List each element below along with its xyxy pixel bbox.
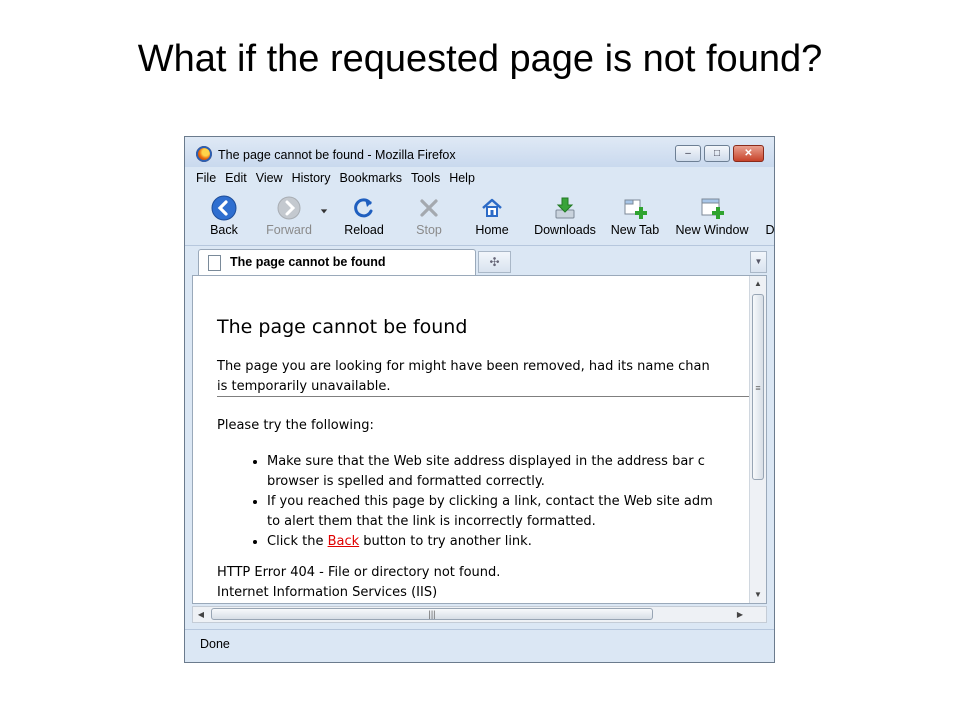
bullet-3-prefix: Click the bbox=[267, 534, 328, 549]
reload-label: Reload bbox=[344, 223, 384, 237]
menu-file[interactable]: File bbox=[196, 171, 216, 185]
status-text: Done bbox=[200, 637, 230, 651]
new-window-label: New Window bbox=[675, 223, 749, 237]
status-bar: Done bbox=[185, 629, 774, 662]
browser-window: The page cannot be found - Mozilla Firef… bbox=[184, 136, 775, 663]
forward-arrow-icon bbox=[277, 196, 301, 220]
reload-button[interactable]: Reload bbox=[339, 193, 389, 239]
bullet-2-line-1: If you reached this page by clicking a l… bbox=[267, 494, 713, 509]
new-window-icon bbox=[701, 198, 724, 219]
menu-edit[interactable]: Edit bbox=[225, 171, 247, 185]
stop-label: Stop bbox=[416, 223, 442, 237]
slide-title: What if the requested page is not found? bbox=[137, 38, 823, 80]
list-item: Click the Back button to try another lin… bbox=[267, 532, 713, 552]
document-icon bbox=[208, 255, 221, 271]
intro-line-1: The page you are looking for might have … bbox=[217, 359, 710, 374]
stop-button[interactable]: Stop bbox=[409, 193, 449, 239]
menu-bar: File Edit View History Bookmarks Tools H… bbox=[196, 171, 475, 185]
forward-button[interactable]: Forward bbox=[259, 193, 319, 239]
menu-tools[interactable]: Tools bbox=[411, 171, 440, 185]
download-icon bbox=[555, 197, 575, 219]
new-window-button[interactable]: New Window bbox=[671, 193, 753, 239]
minimize-button[interactable]: – bbox=[675, 145, 701, 162]
vertical-scroll-thumb[interactable]: ≡ bbox=[752, 294, 764, 480]
downloads-button[interactable]: Downloads bbox=[530, 193, 600, 239]
firefox-logo-icon bbox=[196, 146, 212, 162]
navigation-toolbar: Back Forward Reload Stop Home Downloads … bbox=[193, 193, 774, 241]
horizontal-scroll-thumb[interactable]: ||| bbox=[211, 608, 653, 620]
new-tab-plus-button[interactable]: ✣ bbox=[478, 251, 511, 273]
new-tab-icon bbox=[624, 199, 647, 219]
menu-bookmarks[interactable]: Bookmarks bbox=[339, 171, 402, 185]
home-icon bbox=[482, 198, 502, 217]
list-item: Make sure that the Web site address disp… bbox=[267, 452, 713, 492]
vertical-scrollbar[interactable]: ▲ ≡ ▼ bbox=[749, 276, 766, 603]
scroll-right-arrow-icon[interactable]: ▶ bbox=[732, 607, 748, 622]
horizontal-scrollbar[interactable]: ◀ ||| ▶ bbox=[192, 606, 767, 623]
bullet-1-line-1: Make sure that the Web site address disp… bbox=[267, 454, 705, 469]
tab-title: The page cannot be found bbox=[230, 255, 386, 269]
back-arrow-icon bbox=[211, 195, 237, 221]
error-code-line: HTTP Error 404 - File or directory not f… bbox=[217, 565, 501, 580]
chevron-down-icon bbox=[320, 209, 328, 214]
home-button[interactable]: Home bbox=[469, 193, 515, 239]
tab-active[interactable]: The page cannot be found bbox=[198, 249, 476, 275]
menu-help[interactable]: Help bbox=[449, 171, 475, 185]
intro-line-2: is temporarily unavailable. bbox=[217, 379, 391, 394]
divider bbox=[217, 396, 757, 397]
title-bar: The page cannot be found - Mozilla Firef… bbox=[185, 137, 774, 167]
new-tab-button[interactable]: New Tab bbox=[607, 193, 663, 239]
bullet-1-line-2: browser is spelled and formatted correct… bbox=[267, 474, 545, 489]
intro-text: The page you are looking for might have … bbox=[217, 357, 710, 397]
suggestion-list: Make sure that the Web site address disp… bbox=[241, 452, 713, 552]
list-item: If you reached this page by clicking a l… bbox=[267, 492, 713, 532]
close-button[interactable]: ✕ bbox=[733, 145, 764, 162]
forward-label: Forward bbox=[266, 223, 312, 237]
toolbar-overflow-label: D bbox=[765, 223, 775, 237]
server-line: Internet Information Services (IIS) bbox=[217, 585, 438, 600]
bullet-3-suffix: button to try another link. bbox=[359, 534, 532, 549]
back-button[interactable]: Back bbox=[199, 193, 249, 239]
new-tab-label: New Tab bbox=[610, 223, 660, 237]
window-controls: – □ ✕ bbox=[675, 145, 764, 162]
scroll-up-arrow-icon[interactable]: ▲ bbox=[750, 276, 766, 292]
page-heading: The page cannot be found bbox=[217, 316, 468, 338]
page-viewport: The page cannot be found The page you ar… bbox=[192, 275, 767, 604]
stop-x-icon bbox=[420, 199, 438, 217]
menu-history[interactable]: History bbox=[292, 171, 331, 185]
maximize-button[interactable]: □ bbox=[704, 145, 730, 162]
history-dropdown-button[interactable] bbox=[319, 193, 329, 239]
back-label: Back bbox=[210, 223, 238, 237]
try-following-text: Please try the following: bbox=[217, 418, 374, 433]
window-title: The page cannot be found - Mozilla Firef… bbox=[218, 148, 456, 162]
home-label: Home bbox=[475, 223, 509, 237]
scroll-left-arrow-icon[interactable]: ◀ bbox=[193, 607, 209, 622]
downloads-label: Downloads bbox=[534, 223, 596, 237]
tab-strip: The page cannot be found ✣ ▼ bbox=[185, 245, 774, 276]
error-details: HTTP Error 404 - File or directory not f… bbox=[217, 563, 500, 603]
tab-list-button[interactable]: ▼ bbox=[750, 251, 767, 273]
menu-view[interactable]: View bbox=[256, 171, 283, 185]
toolbar-overflow-button[interactable]: D bbox=[763, 193, 775, 239]
bullet-2-line-2: to alert them that the link is incorrect… bbox=[267, 514, 596, 529]
back-link[interactable]: Back bbox=[328, 534, 360, 549]
scroll-down-arrow-icon[interactable]: ▼ bbox=[750, 587, 766, 603]
reload-icon bbox=[354, 198, 373, 218]
